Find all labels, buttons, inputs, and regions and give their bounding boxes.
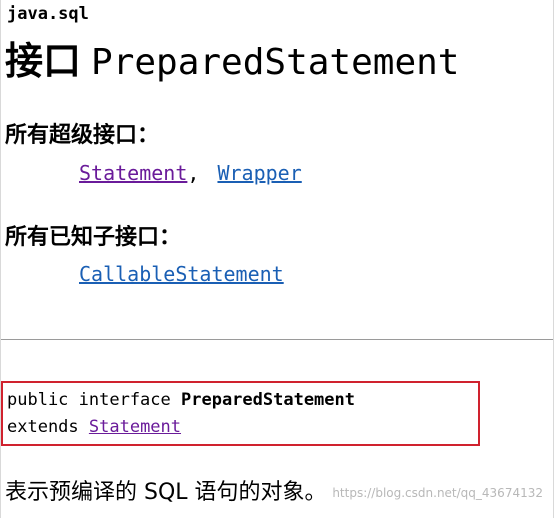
list-separator: , [187, 161, 200, 185]
subinterfaces-heading: 所有已知子接口： [5, 225, 182, 250]
link-callablestatement[interactable]: CallableStatement [79, 262, 284, 286]
declaration-highlight-box: public interface PreparedStatement exten… [1, 381, 480, 446]
watermark: https://blog.csdn.net/qq_43674132 [332, 486, 543, 500]
package-name: java.sql [7, 4, 89, 24]
superinterfaces-heading: 所有超级接口： [5, 123, 160, 148]
subinterfaces-list: CallableStatement [79, 261, 284, 287]
declaration-extends: extends [7, 417, 89, 437]
declaration-line-2: extends Statement [7, 416, 181, 438]
javadoc-page: java.sql 接口 PreparedStatement 所有超级接口： Sta… [0, 0, 554, 518]
declaration-line-1: public interface PreparedStatement [7, 389, 355, 411]
page-title: 接口 PreparedStatement [5, 38, 459, 86]
superinterfaces-list: Statement, Wrapper [79, 160, 302, 186]
link-extends-statement[interactable]: Statement [89, 417, 181, 437]
declaration-modifiers: public interface [7, 390, 181, 410]
link-statement[interactable]: Statement [79, 161, 187, 185]
interface-description: 表示预编译的 SQL 语句的对象。 [5, 480, 327, 505]
link-wrapper[interactable]: Wrapper [217, 161, 301, 185]
title-keyword: 接口 [5, 39, 82, 83]
declaration-interface-name: PreparedStatement [181, 390, 355, 410]
title-interface-name: PreparedStatement [91, 42, 460, 83]
section-divider [1, 339, 553, 340]
